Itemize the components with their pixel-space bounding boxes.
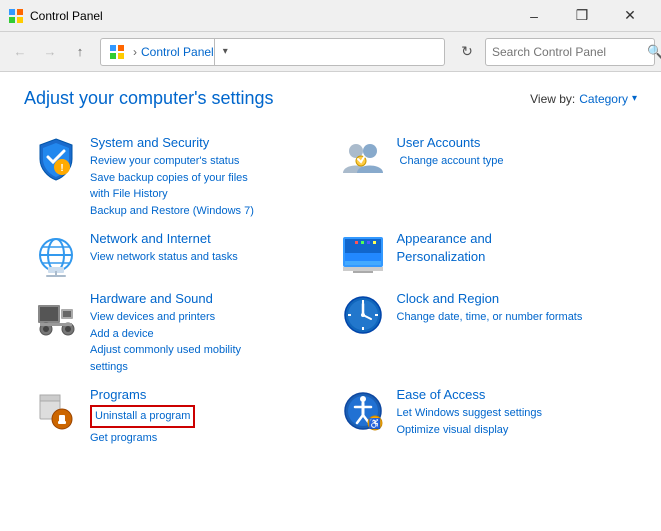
category-network: Network and Internet View network status… [24,225,331,285]
network-title[interactable]: Network and Internet [90,231,323,246]
category-user-accounts: User Accounts 🋹 Change account type [331,129,638,225]
view-by-arrow: ▾ [632,93,637,104]
clock-title[interactable]: Clock and Region [397,291,630,306]
hardware-link-3[interactable]: Adjust commonly used mobility [90,342,323,359]
ease-access-link-1[interactable]: Let Windows suggest settings [397,405,630,422]
svg-text:!: ! [60,163,63,174]
network-icon [32,231,80,279]
system-security-title[interactable]: System and Security [90,135,323,150]
hardware-link-2[interactable]: Add a device [90,326,323,343]
clock-link-1[interactable]: Change date, time, or number formats [397,309,630,326]
svg-text:♿: ♿ [368,417,380,430]
appearance-title[interactable]: Appearance and [397,231,630,246]
back-button[interactable]: ← [6,38,34,66]
system-security-text: System and Security Review your computer… [90,135,323,219]
close-button[interactable]: ✕ [607,0,653,32]
window-controls: – ❒ ✕ [511,0,653,32]
minimize-button[interactable]: – [511,0,557,32]
programs-icon [32,387,80,435]
appearance-icon [339,231,387,279]
user-accounts-text: User Accounts 🋹 Change account type [397,135,630,170]
system-security-link-3[interactable]: with File History [90,186,323,203]
ease-access-icon: ♿ [339,387,387,435]
appearance-title-2[interactable]: Personalization [397,249,630,264]
categories-grid: ! System and Security Review your comput… [24,129,637,452]
breadcrumb-separator: › [133,45,137,59]
hardware-text: Hardware and Sound View devices and prin… [90,291,323,375]
programs-title[interactable]: Programs [90,387,323,402]
page-header: Adjust your computer's settings View by:… [24,88,637,109]
breadcrumb-dropdown[interactable]: ▾ [214,38,236,66]
up-button[interactable]: ↑ [66,38,94,66]
user-accounts-link-1[interactable]: 🋹 Change account type [397,153,630,170]
hardware-icon [32,291,80,339]
page-title: Adjust your computer's settings [24,88,274,109]
network-link-1[interactable]: View network status and tasks [90,249,323,266]
appearance-text: Appearance and Personalization [397,231,630,267]
category-clock: Clock and Region Change date, time, or n… [331,285,638,381]
clock-text: Clock and Region Change date, time, or n… [397,291,630,326]
system-security-link-1[interactable]: Review your computer's status [90,153,323,170]
ease-access-link-2[interactable]: Optimize visual display [397,422,630,439]
search-bar: 🔍 [485,38,655,66]
restore-button[interactable]: ❒ [559,0,605,32]
category-programs: Programs Uninstall a program Get program… [24,381,331,452]
programs-link-1[interactable]: Uninstall a program [90,405,195,428]
hardware-link-1[interactable]: View devices and printers [90,309,323,326]
main-content: Adjust your computer's settings View by:… [0,72,661,531]
system-security-link-4[interactable]: Backup and Restore (Windows 7) [90,203,323,220]
category-appearance: Appearance and Personalization [331,225,638,285]
user-accounts-title[interactable]: User Accounts [397,135,630,150]
ease-access-text: Ease of Access Let Windows suggest setti… [397,387,630,438]
nav-bar: ← → ↑ › Control Panel ▾ ↻ 🔍 [0,32,661,72]
window-title: Control Panel [30,9,511,23]
category-ease-access: ♿ Ease of Access Let Windows suggest set… [331,381,638,452]
view-by-label: View by: [530,92,575,106]
view-by-control: View by: Category ▾ [530,92,637,106]
category-system-security: ! System and Security Review your comput… [24,129,331,225]
app-icon [8,8,24,24]
system-security-icon: ! [32,135,80,183]
user-accounts-icon [339,135,387,183]
refresh-button[interactable]: ↻ [453,38,481,66]
hardware-link-4[interactable]: settings [90,359,323,376]
clock-icon [339,291,387,339]
system-security-link-2[interactable]: Save backup copies of your files [90,170,323,187]
title-bar: Control Panel – ❒ ✕ [0,0,661,32]
hardware-title[interactable]: Hardware and Sound [90,291,323,306]
ease-access-title[interactable]: Ease of Access [397,387,630,402]
network-text: Network and Internet View network status… [90,231,323,266]
breadcrumb-current[interactable]: Control Panel [141,45,214,59]
address-bar: › Control Panel ▾ [100,38,445,66]
programs-text: Programs Uninstall a program Get program… [90,387,323,446]
programs-link-2[interactable]: Get programs [90,430,323,447]
view-by-value[interactable]: Category [579,92,628,106]
search-input[interactable] [492,45,647,59]
category-hardware: Hardware and Sound View devices and prin… [24,285,331,381]
forward-button[interactable]: → [36,38,64,66]
search-icon: 🔍 [647,44,661,60]
